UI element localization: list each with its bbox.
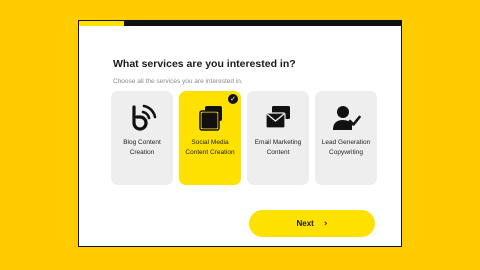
option-lead-generation-copywriting[interactable]: Lead Generation Copywriting [315, 91, 377, 185]
lead-generation-icon [333, 106, 361, 130]
page-title: What services are you interested in? [113, 58, 296, 70]
email-marketing-icon [265, 106, 290, 129]
chevron-right-icon: › [323, 218, 328, 229]
option-label: Email Marketing Content [254, 139, 302, 156]
next-button-label: Next [296, 219, 314, 228]
option-label: Social Media Content Creation [185, 139, 235, 156]
option-blog-content-creation[interactable]: Blog Content Creation [111, 91, 173, 185]
next-button[interactable]: Next › [249, 210, 375, 237]
option-social-media-content-creation[interactable]: ✓ Social Media Content Creation [179, 91, 241, 185]
checkmark-icon: ✓ [228, 94, 238, 104]
page-subtitle: Choose all the services you are interest… [113, 78, 243, 85]
progress-bar [79, 21, 401, 26]
blog-icon [132, 104, 157, 131]
option-email-marketing-content[interactable]: Email Marketing Content [247, 91, 309, 185]
service-selection-card: What services are you interested in? Cho… [78, 20, 402, 247]
option-label: Lead Generation Copywriting [321, 139, 371, 156]
progress-bar-fill [79, 21, 125, 26]
social-media-icon [199, 106, 222, 131]
option-label: Blog Content Creation [123, 139, 161, 156]
